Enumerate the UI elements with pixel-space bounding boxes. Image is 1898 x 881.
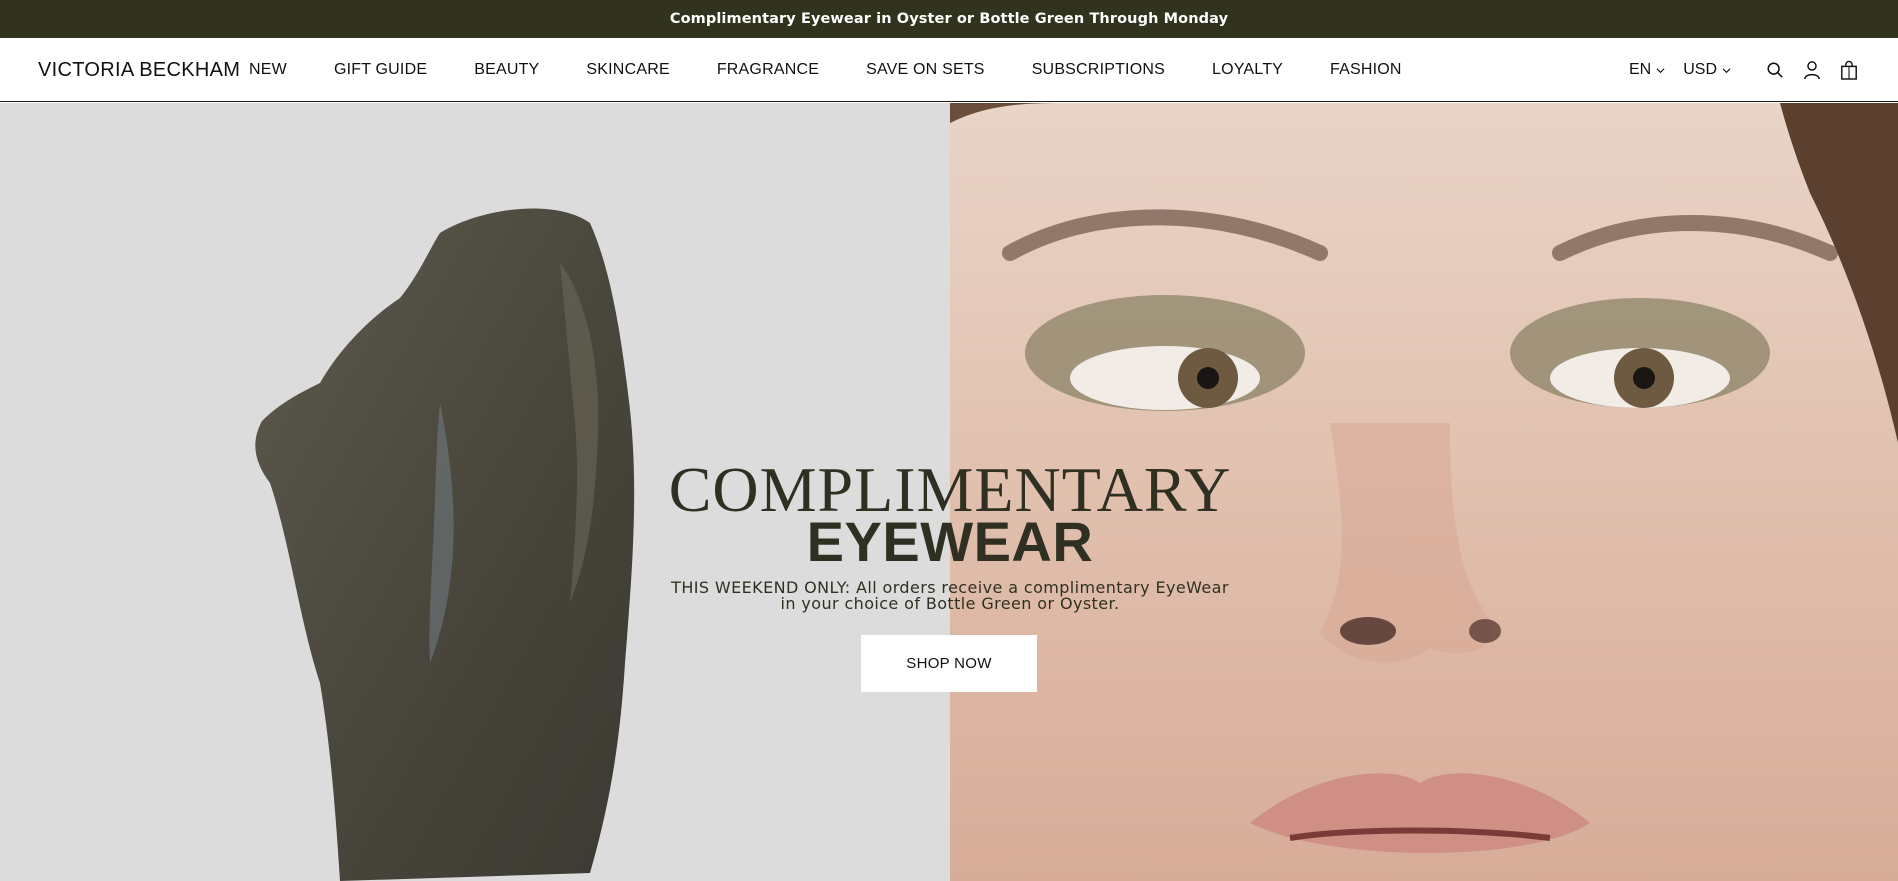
main-nav: NEW GIFT GUIDE BEAUTY SKINCARE FRAGRANCE… xyxy=(249,38,1402,102)
search-icon[interactable] xyxy=(1764,59,1786,81)
account-icon[interactable] xyxy=(1801,59,1823,81)
nav-item-beauty[interactable]: BEAUTY xyxy=(474,61,539,79)
site-header: VICTORIA BECKHAM NEW GIFT GUIDE BEAUTY S… xyxy=(0,38,1898,102)
shop-now-button[interactable]: SHOP NOW xyxy=(861,635,1037,692)
announcement-text[interactable]: Complimentary Eyewear in Oyster or Bottl… xyxy=(670,11,1228,27)
nav-item-loyalty[interactable]: LOYALTY xyxy=(1212,61,1283,79)
bag-icon[interactable] xyxy=(1838,59,1860,81)
nav-item-fashion[interactable]: FASHION xyxy=(1330,61,1402,79)
brand-logo[interactable]: VICTORIA BECKHAM xyxy=(38,38,240,102)
nav-item-gift-guide[interactable]: GIFT GUIDE xyxy=(334,61,427,79)
header-utilities: EN USD xyxy=(1629,38,1860,102)
nav-item-subscriptions[interactable]: SUBSCRIPTIONS xyxy=(1032,61,1165,79)
chevron-down-icon xyxy=(1656,67,1665,73)
language-label: EN xyxy=(1628,61,1652,78)
announcement-bar[interactable]: Complimentary Eyewear in Oyster or Bottl… xyxy=(0,0,1898,38)
currency-label: USD xyxy=(1683,61,1717,78)
hero-subtext: THIS WEEKEND ONLY: All orders receive a … xyxy=(671,578,1229,613)
chevron-down-icon xyxy=(1722,67,1731,73)
currency-selector[interactable]: USD xyxy=(1683,61,1731,79)
nav-item-fragrance[interactable]: FRAGRANCE xyxy=(717,61,819,79)
nav-item-new[interactable]: NEW xyxy=(249,61,287,79)
nav-item-save-on-sets[interactable]: SAVE ON SETS xyxy=(866,61,985,79)
hero-text-block: COMPLIMENTARY EYEWEAR THIS WEEKEND ONLY:… xyxy=(600,458,1300,613)
nav-item-skincare[interactable]: SKINCARE xyxy=(586,61,669,79)
language-selector[interactable]: EN xyxy=(1629,61,1665,79)
